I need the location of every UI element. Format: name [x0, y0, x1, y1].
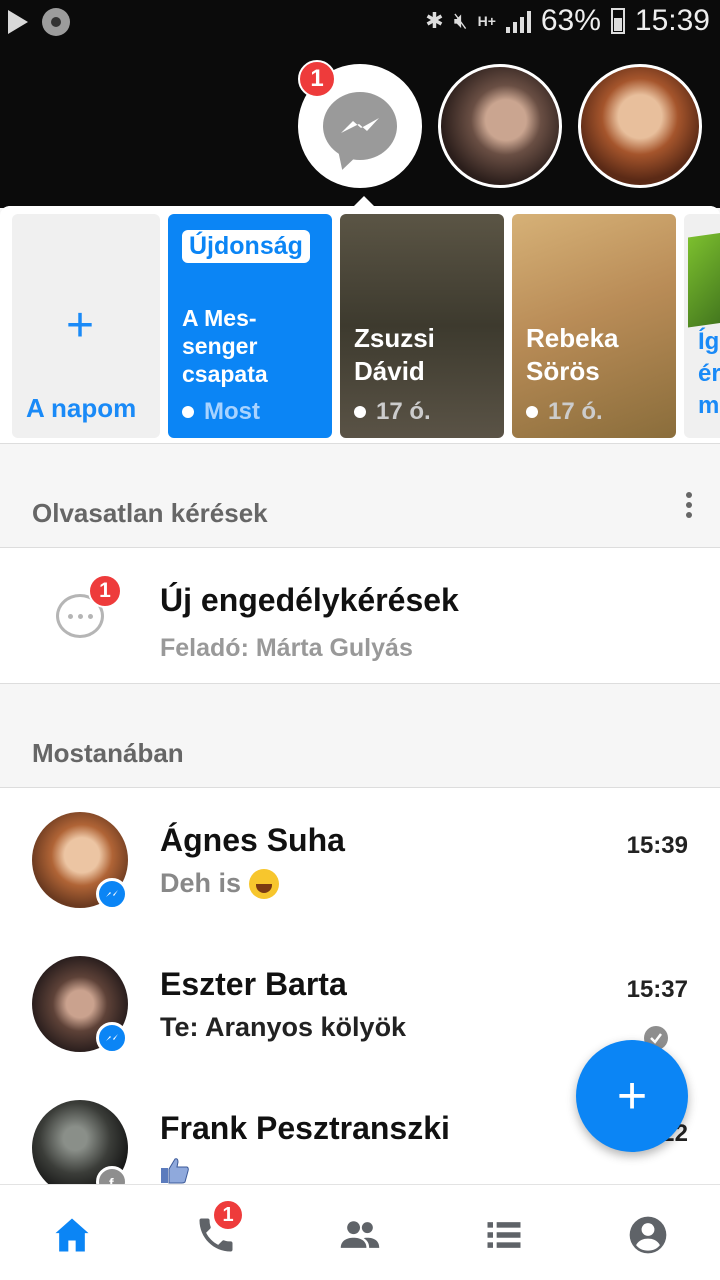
- thumbs-up-icon: [161, 1158, 189, 1184]
- story-age: 17 ó.: [354, 398, 431, 426]
- messenger-panel: + A napom Újdonság A Mes-senger csapata …: [0, 206, 720, 1280]
- message-preview: [160, 1156, 190, 1184]
- message-preview: Deh is: [160, 868, 280, 899]
- nav-profile[interactable]: [626, 1213, 670, 1257]
- message-time: 15:37: [626, 976, 688, 1003]
- section-title: Olvasatlan kérések: [32, 498, 268, 528]
- story-card-partial[interactable]: Íg ér m: [684, 214, 720, 438]
- more-vert-icon[interactable]: [686, 492, 692, 518]
- story-card[interactable]: Rebeka Sörös 17 ó.: [512, 214, 676, 438]
- section-title: Mostanában: [32, 738, 184, 768]
- grinning-emoji-icon: [249, 868, 280, 899]
- account-icon: [629, 1216, 667, 1254]
- conversation-row[interactable]: Ágnes Suha Deh is 15:39: [0, 788, 720, 932]
- new-badge: Újdonság: [182, 230, 310, 263]
- story-time: Most: [182, 398, 260, 426]
- clock: 15:39: [634, 4, 710, 37]
- signal-icon: [505, 9, 531, 33]
- messenger-badge-icon: [96, 878, 128, 910]
- story-art: [688, 230, 720, 328]
- calls-badge: 1: [212, 1199, 244, 1231]
- message-time: 15:39: [626, 832, 688, 859]
- contact-name: Ágnes Suha: [160, 822, 345, 858]
- messenger-icon: [323, 92, 397, 160]
- requests-section-header: Olvasatlan kérések: [0, 444, 720, 548]
- nav-groups[interactable]: [482, 1213, 526, 1257]
- request-title: Új engedélykérések: [160, 582, 459, 618]
- plus-icon: +: [66, 299, 95, 352]
- contact-name: Frank Pesztranszki: [160, 1110, 450, 1146]
- home-icon: [55, 1218, 89, 1252]
- network-type: H+: [477, 13, 496, 29]
- story-partial-text: Íg ér m: [698, 328, 720, 419]
- add-story-card[interactable]: + A napom: [12, 214, 160, 438]
- story-card[interactable]: Zsuzsi Dávid 17 ó.: [340, 214, 504, 438]
- bluetooth-icon: ✱: [425, 8, 444, 33]
- people-icon: [340, 1221, 380, 1248]
- bottom-navigation: 1: [0, 1184, 720, 1280]
- plus-icon: +: [616, 1067, 648, 1125]
- status-bar: ✱ 🔇︎ H+ 63% 15:39: [0, 0, 720, 46]
- messenger-badge-icon: [96, 1022, 128, 1054]
- chat-head-avatar[interactable]: [578, 64, 702, 188]
- request-subtitle: Feladó: Márta Gulyás: [160, 634, 413, 662]
- story-author: Zsuzsi Dávid: [354, 323, 435, 386]
- chat-head-badge: 1: [298, 60, 336, 98]
- message-preview: Te: Aranyos kölyök: [160, 1012, 407, 1042]
- media-disc-icon: [42, 8, 70, 36]
- play-icon: [8, 10, 28, 34]
- nav-calls[interactable]: 1: [194, 1199, 244, 1257]
- mute-icon: 🔇︎: [453, 8, 468, 33]
- add-story-label: A napom: [26, 393, 137, 423]
- chat-head-avatar[interactable]: [438, 64, 562, 188]
- contact-name: Eszter Barta: [160, 966, 347, 1002]
- recent-section-header: Mostanában: [0, 684, 720, 788]
- battery-icon: [610, 8, 625, 34]
- new-message-button[interactable]: +: [576, 1040, 688, 1152]
- list-icon: [487, 1222, 521, 1248]
- nav-people[interactable]: [338, 1213, 382, 1257]
- request-badge: 1: [88, 574, 122, 608]
- nav-home[interactable]: [50, 1213, 94, 1257]
- stories-tray: + A napom Újdonság A Mes-senger csapata …: [0, 206, 720, 444]
- story-text: A Mes-senger csapata: [182, 305, 268, 387]
- story-card-messenger-team[interactable]: Újdonság A Mes-senger csapata Most: [168, 214, 332, 438]
- battery-percent: 63%: [540, 4, 601, 37]
- story-author: Rebeka Sörös: [526, 323, 619, 386]
- message-requests-row[interactable]: 1 Új engedélykérések Feladó: Márta Gulyá…: [0, 548, 720, 684]
- story-age: 17 ó.: [526, 398, 603, 426]
